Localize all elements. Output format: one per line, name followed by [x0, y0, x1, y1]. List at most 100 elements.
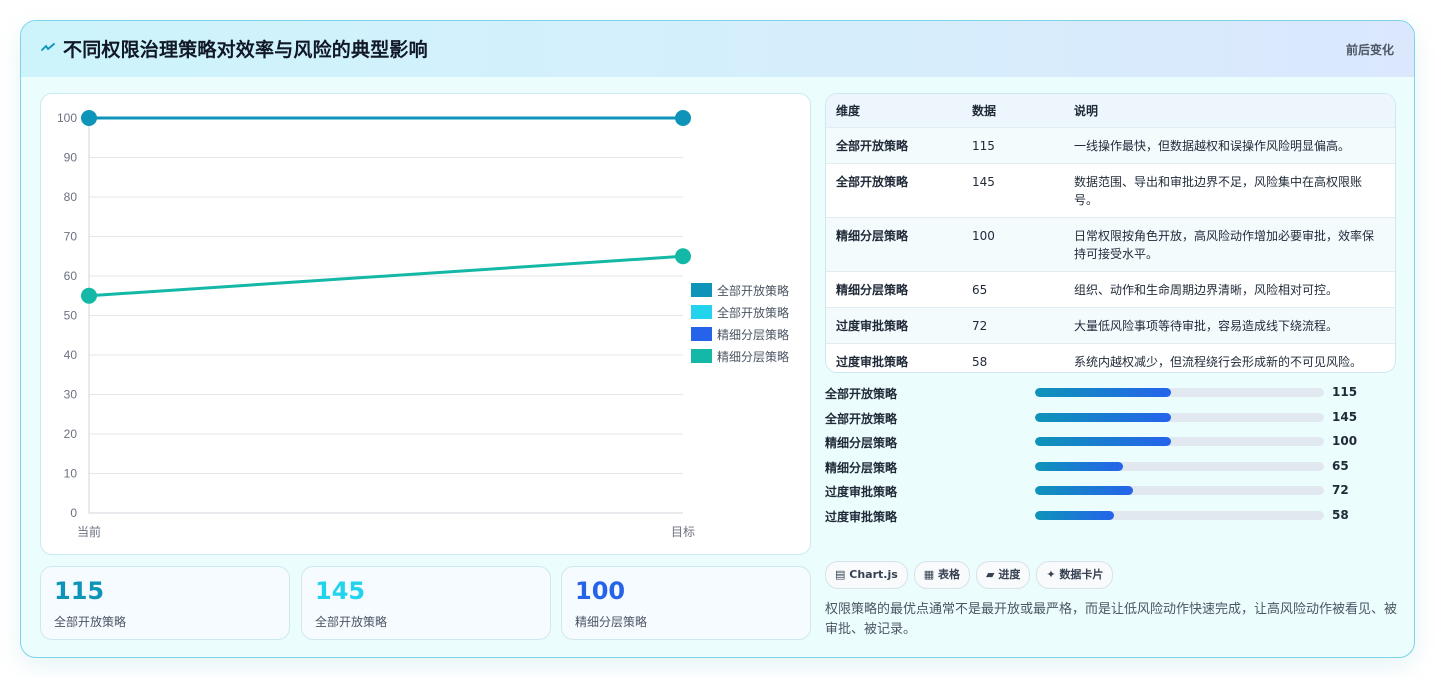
cell-dimension: 过度审批策略 [836, 354, 909, 369]
stat-card: 100 精细分层策略 [561, 566, 811, 640]
cell-dimension: 过度审批策略 [836, 318, 909, 333]
stat-card: 145 全部开放策略 [301, 566, 551, 640]
data-point [675, 110, 691, 126]
cell-dimension: 精细分层策略 [836, 228, 909, 243]
progress-value: 65 [1332, 458, 1349, 473]
stat-value: 145 [315, 577, 366, 605]
chip-chartjs[interactable]: ▤ Chart.js [825, 561, 908, 589]
cell-value: 72 [972, 318, 988, 333]
cell-dimension: 全部开放策略 [836, 138, 909, 153]
progress-fill [1035, 461, 1124, 471]
sparkle-icon: ✦ [1046, 568, 1056, 581]
stat-card: 115 全部开放策略 [40, 566, 290, 640]
progress-value: 145 [1332, 409, 1358, 424]
progress-row: 全部开放策略 115 [825, 383, 1394, 403]
chip-label: 数据卡片 [1059, 568, 1104, 581]
progress-row: 全部开放策略 145 [825, 408, 1394, 428]
table-row: 精细分层策略 65 组织、动作和生命周期边界清晰，风险相对可控。 [826, 271, 1395, 307]
y-tick-label: 80 [64, 190, 78, 204]
table-row: 精细分层策略 100 日常权限按角色开放，高风险动作增加必要审批，效率保持可接受… [826, 217, 1395, 271]
data-point [81, 110, 97, 126]
table-header-row: 维度 数据 说明 [826, 94, 1395, 127]
progress-track [1035, 461, 1324, 471]
y-tick-label: 60 [64, 269, 78, 283]
y-tick-label: 40 [64, 348, 78, 362]
cell-value: 65 [972, 282, 988, 297]
cell-description: 数据范围、导出和审批边界不足，风险集中在高权限账号。 [1074, 174, 1363, 207]
chip-data-card[interactable]: ✦ 数据卡片 [1036, 561, 1114, 589]
column-header: 维度 [836, 103, 861, 118]
cell-description: 系统内越权减少，但流程绕行会形成新的不可见风险。 [1074, 354, 1363, 369]
progress-row: 过度审批策略 72 [825, 481, 1394, 501]
tag-list: ▤ Chart.js ▦ 表格 ▰ 进度 ✦ 数据卡片 [825, 561, 1119, 591]
y-tick-label: 20 [64, 427, 78, 441]
cell-dimension: 精细分层策略 [836, 282, 909, 297]
table-row: 过度审批策略 58 系统内越权减少，但流程绕行会形成新的不可见风险。 [826, 343, 1395, 372]
y-tick-label: 50 [64, 309, 78, 323]
progress-value: 58 [1332, 508, 1349, 522]
stat-value: 100 [575, 577, 626, 605]
progress-label: 精细分层策略 [825, 460, 898, 475]
cell-value: 115 [972, 138, 995, 153]
cell-description: 组织、动作和生命周期边界清晰，风险相对可控。 [1074, 282, 1339, 297]
progress-track [1035, 437, 1324, 447]
progress-fill [1035, 412, 1171, 422]
progress-track [1035, 412, 1324, 422]
stat-label: 全部开放策略 [54, 615, 127, 629]
card-header: 不同权限治理策略对效率与风险的典型影响 前后变化 [21, 21, 1414, 77]
progress-value: 115 [1332, 385, 1358, 399]
y-tick-label: 90 [64, 151, 78, 165]
cell-dimension: 全部开放策略 [836, 174, 909, 189]
legend-swatch [691, 305, 712, 319]
y-tick-label: 100 [57, 111, 77, 125]
chip-progress[interactable]: ▰ 进度 [976, 561, 1031, 589]
legend-label: 精细分层策略 [717, 327, 789, 342]
page-title: 不同权限治理策略对效率与风险的典型影响 [63, 39, 428, 61]
progress-fill [1035, 388, 1171, 397]
stat-label: 全部开放策略 [315, 615, 388, 629]
progress-label: 过度审批策略 [825, 485, 898, 500]
stat-value: 115 [54, 577, 105, 605]
x-tick-label: 当前 [77, 524, 101, 539]
dashboard-card: 不同权限治理策略对效率与风险的典型影响 前后变化 0 10 20 30 40 50 60 70… [20, 20, 1415, 658]
chip-label: 进度 [998, 568, 1021, 581]
progress-track [1035, 388, 1324, 397]
line-chart: 0 10 20 30 40 50 60 70 80 90 100 当前 目标 全部开放策略 全部开放策略 精细… [40, 93, 811, 555]
progress-fill [1035, 486, 1133, 496]
sparkle-icon [41, 43, 55, 51]
progress-icon: ▰ [986, 568, 995, 581]
stat-label: 精细分层策略 [575, 615, 648, 629]
legend-swatch [691, 349, 712, 363]
progress-track [1035, 486, 1324, 496]
column-header: 说明 [1074, 103, 1099, 118]
data-point [675, 248, 691, 265]
progress-value: 72 [1332, 483, 1349, 498]
progress-label: 过度审批策略 [825, 510, 898, 524]
progress-label: 精细分层策略 [825, 436, 898, 451]
header-subtitle: 前后变化 [1345, 43, 1394, 57]
chip-table[interactable]: ▦ 表格 [913, 561, 971, 589]
chip-label: Chart.js [849, 568, 898, 581]
cell-description: 大量低风险事项等待审批，容易造成线下绕流程。 [1074, 318, 1339, 333]
table-row: 全部开放策略 145 数据范围、导出和审批边界不足，风险集中在高权限账号。 [826, 163, 1395, 217]
data-point [81, 287, 97, 304]
progress-label: 全部开放策略 [825, 411, 898, 426]
legend-swatch [691, 283, 712, 297]
data-table: 维度 数据 说明 全部开放策略 115 一线操作最快，但数据越权和误操作风险明显… [825, 93, 1396, 373]
cell-value: 58 [972, 354, 988, 369]
y-tick-label: 70 [64, 230, 78, 244]
cell-description: 一线操作最快，但数据越权和误操作风险明显偏高。 [1074, 138, 1351, 153]
progress-label: 全部开放策略 [825, 387, 898, 401]
legend-label: 全部开放策略 [717, 283, 789, 298]
table-row: 全部开放策略 115 一线操作最快，但数据越权和误操作风险明显偏高。 [826, 127, 1395, 163]
cell-value: 145 [972, 174, 995, 189]
chip-label: 表格 [938, 568, 961, 581]
chart-icon: ▤ [835, 568, 846, 581]
y-tick-label: 10 [64, 467, 78, 481]
progress-list: 全部开放策略 115 全部开放策略 145 精细分层策略 100 精细分层策略 … [825, 383, 1394, 533]
cell-value: 100 [972, 228, 995, 243]
footer-note: 权限策略的最优点通常不是最开放或最严格，而是让低风险动作快速完成，让高风险动作被… [825, 602, 1398, 637]
progress-row: 精细分层策略 65 [825, 457, 1394, 477]
column-header: 数据 [972, 103, 997, 118]
progress-value: 100 [1332, 434, 1358, 449]
